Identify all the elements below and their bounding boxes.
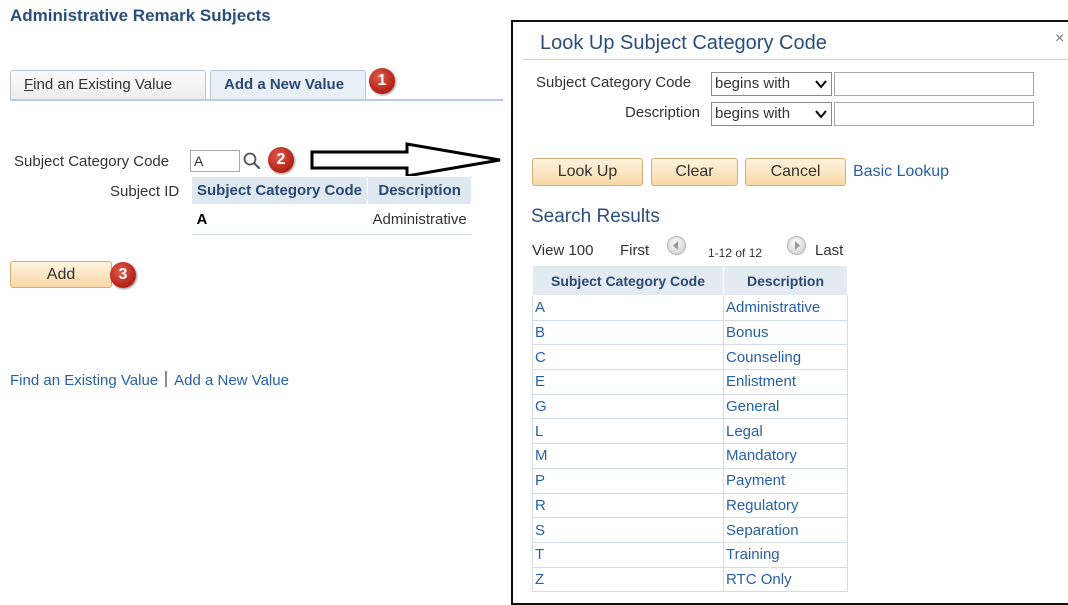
modal-title: Look Up Subject Category Code — [540, 32, 827, 54]
subject-id-label: Subject ID — [110, 183, 180, 200]
result-row[interactable]: Z RTC Only — [532, 566, 848, 593]
dropdown-row[interactable]: A Administrative — [191, 204, 472, 235]
lookup-code-operator-select[interactable]: begins with — [711, 72, 832, 96]
clear-button[interactable]: Clear — [651, 158, 738, 186]
lookup-description-operator-value: begins with — [715, 105, 791, 122]
lookup-modal: Look Up Subject Category Code × Subject … — [511, 20, 1068, 605]
subject-category-code-label: Subject Category Code — [14, 153, 170, 170]
results-nav-view[interactable]: View 100 — [532, 242, 593, 259]
result-cell-description[interactable]: Bonus — [723, 319, 848, 346]
page-title: Administrative Remark Subjects — [10, 6, 271, 25]
modal-divider — [523, 59, 1068, 60]
lookup-code-label: Subject Category Code — [536, 74, 692, 91]
chevron-down-icon — [815, 110, 827, 119]
result-row[interactable]: G General — [532, 393, 848, 420]
result-cell-code[interactable]: A — [532, 295, 724, 321]
next-icon[interactable] — [787, 236, 806, 255]
result-cell-code[interactable]: T — [532, 541, 724, 568]
result-cell-code[interactable]: P — [532, 467, 724, 494]
result-cell-code[interactable]: C — [532, 344, 724, 371]
tabs-underline — [10, 99, 503, 101]
result-row[interactable]: S Separation — [532, 517, 848, 543]
cancel-button[interactable]: Cancel — [745, 158, 846, 186]
lookup-description-input[interactable] — [834, 102, 1034, 126]
result-row[interactable]: E Enlistment — [532, 369, 848, 395]
lookup-description-label: Description — [625, 104, 701, 121]
find-existing-value-link[interactable]: Find an Existing Value — [10, 372, 158, 389]
result-row[interactable]: A Administrative — [532, 295, 848, 321]
result-cell-code[interactable]: S — [532, 517, 724, 543]
result-row[interactable]: L Legal — [532, 418, 848, 445]
add-new-value-link[interactable]: Add a New Value — [174, 372, 289, 389]
step-badge-2: 2 — [268, 147, 294, 173]
result-cell-description[interactable]: Regulatory — [723, 492, 848, 519]
result-cell-code[interactable]: M — [532, 443, 724, 469]
search-results-table: Subject Category Code Description A Admin… — [532, 265, 848, 593]
close-icon[interactable]: × — [1055, 30, 1064, 48]
result-cell-description[interactable]: Legal — [723, 418, 848, 445]
search-results-title: Search Results — [531, 206, 660, 227]
result-row[interactable]: B Bonus — [532, 319, 848, 346]
result-cell-description[interactable]: General — [723, 393, 848, 420]
dropdown-header-description: Description — [367, 176, 473, 205]
dropdown-cell-code[interactable]: A — [191, 204, 368, 235]
result-cell-code[interactable]: B — [532, 319, 724, 346]
step-badge-3: 3 — [110, 262, 136, 288]
tab-find-existing-value[interactable]: Find an Existing Value — [10, 70, 206, 100]
dropdown-cell-description[interactable]: Administrative — [367, 204, 472, 235]
add-button[interactable]: Add — [10, 261, 112, 288]
bottom-links: Find an Existing Value Add a New Value — [10, 371, 289, 389]
tab-add-label: Add a New Value — [224, 76, 345, 93]
step-badge-1: 1 — [369, 68, 395, 94]
results-header-code[interactable]: Subject Category Code — [532, 265, 724, 296]
result-cell-description[interactable]: RTC Only — [723, 566, 848, 593]
result-cell-description[interactable]: Counseling — [723, 344, 848, 371]
result-row[interactable]: R Regulatory — [532, 492, 848, 519]
result-cell-description[interactable]: Training — [723, 541, 848, 568]
previous-icon[interactable] — [667, 236, 686, 255]
result-cell-code[interactable]: Z — [532, 566, 724, 593]
results-range: 1-12 of 12 — [708, 246, 763, 260]
result-cell-code[interactable]: G — [532, 393, 724, 420]
result-row[interactable]: P Payment — [532, 467, 848, 494]
arrow-icon — [310, 142, 501, 178]
result-cell-description[interactable]: Mandatory — [723, 443, 848, 469]
basic-lookup-link[interactable]: Basic Lookup — [853, 163, 949, 181]
lookup-description-operator-select[interactable]: begins with — [711, 102, 832, 126]
lookup-code-input[interactable] — [834, 72, 1034, 96]
chevron-down-icon — [815, 80, 827, 89]
result-cell-code[interactable]: R — [532, 492, 724, 519]
subject-category-code-input[interactable] — [190, 150, 240, 172]
search-icon[interactable] — [241, 150, 263, 172]
result-row[interactable]: M Mandatory — [532, 443, 848, 469]
dropdown-header-code: Subject Category Code — [190, 176, 369, 205]
tab-find-access-key: F — [24, 76, 34, 93]
result-cell-code[interactable]: E — [532, 369, 724, 395]
subject-dropdown-table: Subject Category Code Description A Admi… — [190, 176, 473, 235]
tab-find-label: ind an Existing Value — [33, 76, 173, 93]
result-cell-description[interactable]: Enlistment — [723, 369, 848, 395]
look-up-button[interactable]: Look Up — [532, 158, 643, 186]
link-separator — [165, 371, 168, 387]
result-cell-code[interactable]: L — [532, 418, 724, 445]
tab-add-new-value[interactable]: Add a New Value — [210, 70, 366, 100]
result-cell-description[interactable]: Administrative — [723, 295, 848, 321]
results-nav-last[interactable]: Last — [815, 242, 843, 259]
lookup-code-operator-value: begins with — [715, 75, 791, 92]
result-row[interactable]: T Training — [532, 541, 848, 568]
result-cell-description[interactable]: Payment — [723, 467, 848, 494]
result-cell-description[interactable]: Separation — [723, 517, 848, 543]
results-header-description[interactable]: Description — [723, 265, 848, 296]
results-nav-first[interactable]: First — [620, 242, 649, 259]
result-row[interactable]: C Counseling — [532, 344, 848, 371]
